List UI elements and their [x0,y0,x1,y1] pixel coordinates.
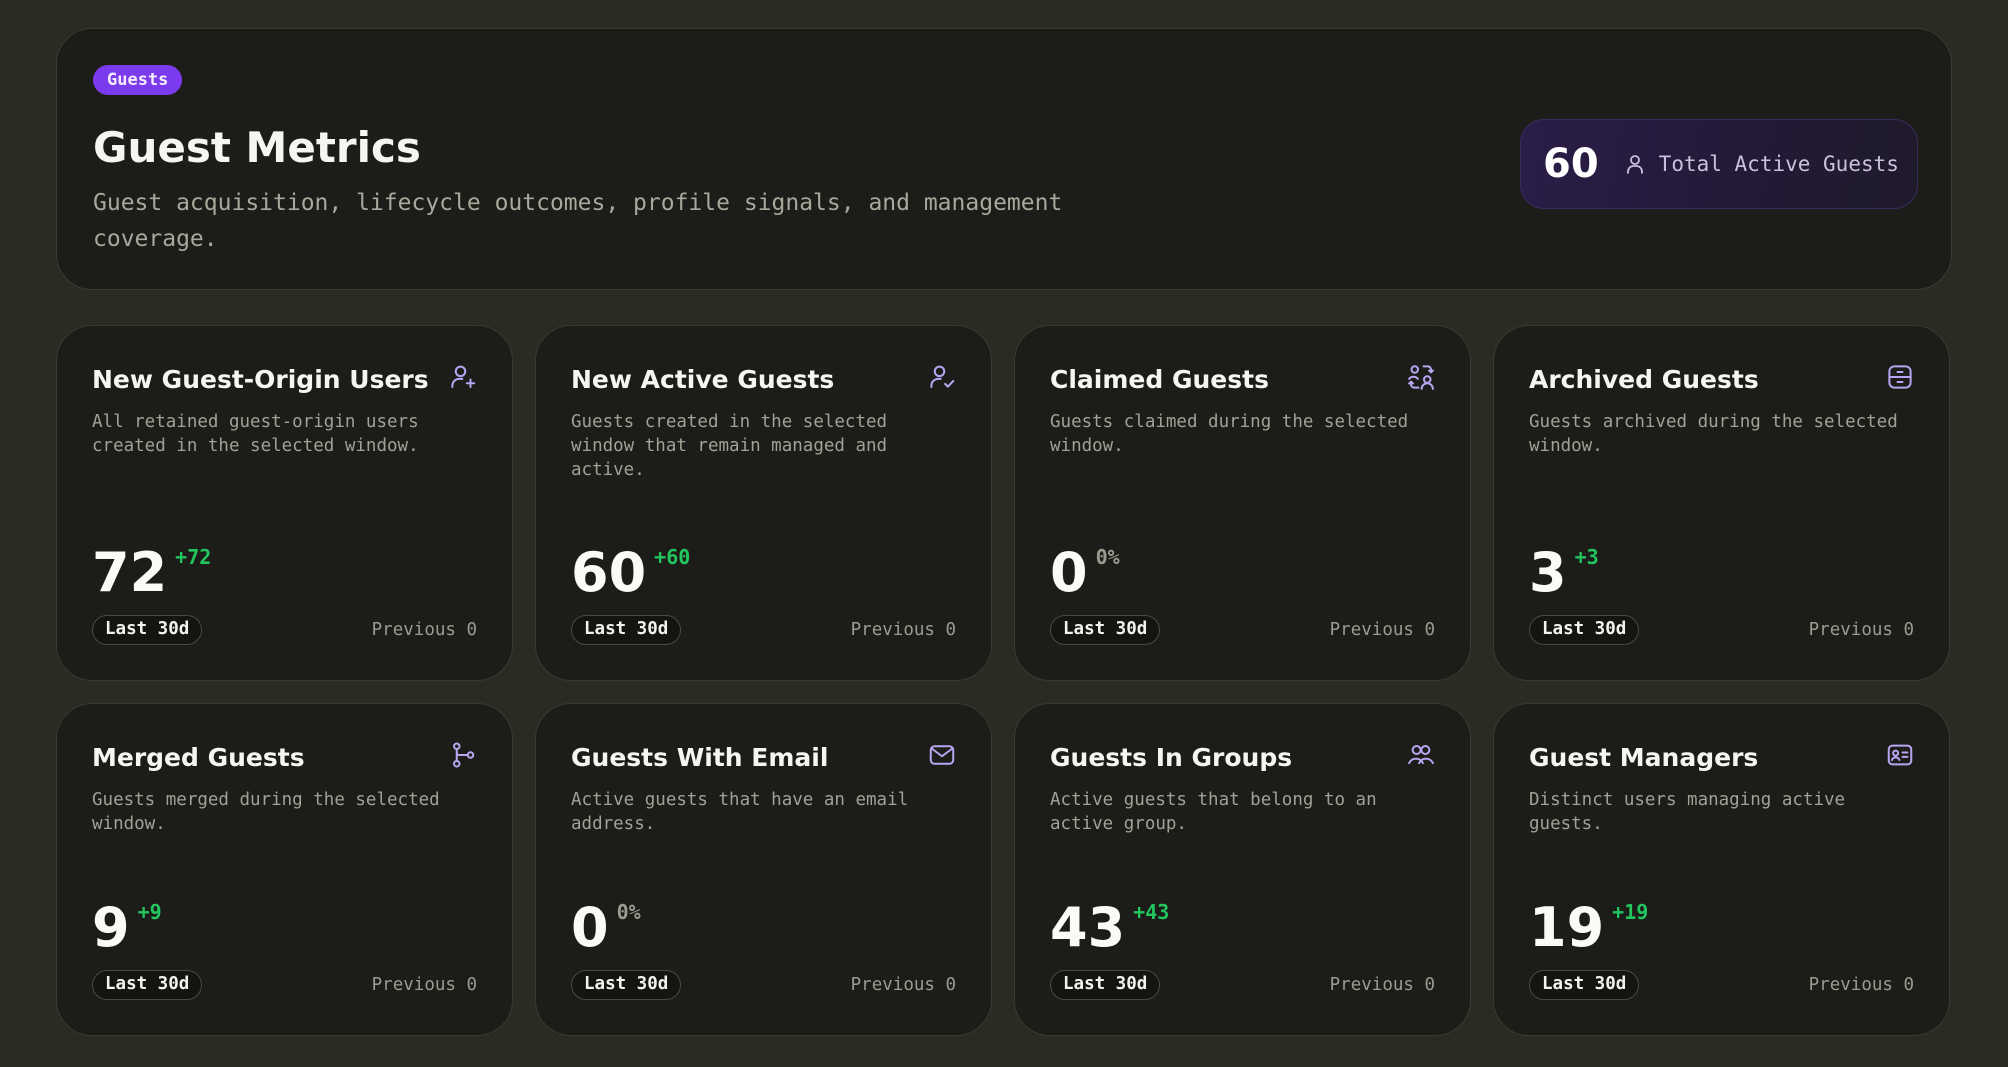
archive-icon [1885,362,1915,392]
previous-value: Previous 0 [1329,975,1435,995]
metric-value: 60 [571,541,647,604]
previous-value: Previous 0 [1329,620,1435,640]
metric-value: 0 [571,896,609,959]
total-active-guests-label: Total Active Guests [1658,152,1899,176]
metric-value-row: 0 0% [1050,540,1120,606]
previous-value: Previous 0 [1808,620,1914,640]
metric-description: All retained guest-origin users created … [92,412,419,456]
previous-value: Previous 0 [850,620,956,640]
metric-delta: 0% [1095,545,1120,569]
metric-description: Distinct users managing active guests. [1529,790,1846,834]
period-badge: Last 30d [1050,970,1161,1000]
metric-description: Guests archived during the selected wind… [1529,412,1898,456]
metric-card-archived-guests: Archived Guests Guests archived during t… [1493,325,1950,681]
previous-value: Previous 0 [371,975,477,995]
metric-title: Guests With Email [571,743,829,772]
metric-delta: +43 [1133,900,1170,924]
metric-card-merged-guests: Merged Guests Guests merged during the s… [56,703,513,1036]
period-badge: Last 30d [1529,970,1640,1000]
previous-value: Previous 0 [371,620,477,640]
metric-value-row: 0 0% [571,895,641,961]
metric-delta: +3 [1574,545,1599,569]
user-check-icon [927,362,957,392]
mail-icon [927,740,957,770]
previous-value: Previous 0 [850,975,956,995]
metric-delta: +19 [1612,900,1649,924]
user-plus-icon [448,362,478,392]
users-icon [1406,740,1436,770]
id-card-icon [1885,740,1915,770]
metric-description: Active guests that have an email address… [571,790,909,834]
page-title: Guest Metrics [93,123,421,172]
metric-card-guests-in-groups: Guests In Groups Active guests that belo… [1014,703,1471,1036]
metric-description: Guests merged during the selected window… [92,790,440,834]
metric-value: 19 [1529,896,1605,959]
user-icon [1623,152,1647,176]
merge-icon [448,740,478,770]
page-subtitle: Guest acquisition, lifecycle outcomes, p… [93,190,1063,252]
period-badge: Last 30d [1050,615,1161,645]
metric-title: Guest Managers [1529,743,1759,772]
metric-description: Guests created in the selected window th… [571,412,888,480]
metric-cards-grid: New Guest-Origin Users All retained gues… [56,325,1952,1036]
metric-title: New Guest-Origin Users [92,365,429,394]
metric-value: 72 [92,541,168,604]
metric-value-row: 43 +43 [1050,895,1169,961]
metric-value-row: 3 +3 [1529,540,1599,606]
section-tag: Guests [93,65,183,95]
metric-value-row: 72 +72 [92,540,211,606]
metric-title: Claimed Guests [1050,365,1269,394]
metric-value: 3 [1529,541,1567,604]
metric-title: Archived Guests [1529,365,1759,394]
metric-title: Merged Guests [92,743,305,772]
metric-description: Guests claimed during the selected windo… [1050,412,1409,456]
metric-value-row: 19 +19 [1529,895,1648,961]
period-badge: Last 30d [571,615,682,645]
metric-description: Active guests that belong to an active g… [1050,790,1377,834]
metric-value: 9 [92,896,130,959]
metric-card-new-guest-origin-users: New Guest-Origin Users All retained gues… [56,325,513,681]
metric-value: 43 [1050,896,1126,959]
metric-value-row: 9 +9 [92,895,162,961]
metric-delta: +60 [654,545,691,569]
metric-title: New Active Guests [571,365,835,394]
previous-value: Previous 0 [1808,975,1914,995]
user-exchange-icon [1406,362,1436,392]
period-badge: Last 30d [1529,615,1640,645]
metric-value-row: 60 +60 [571,540,690,606]
metric-delta: 0% [616,900,641,924]
period-badge: Last 30d [92,970,203,1000]
period-badge: Last 30d [571,970,682,1000]
metric-delta: +9 [137,900,162,924]
metric-card-guests-with-email: Guests With Email Active guests that hav… [535,703,992,1036]
metric-value: 0 [1050,541,1088,604]
metric-card-claimed-guests: Claimed Guests Guests claimed during the… [1014,325,1471,681]
metric-title: Guests In Groups [1050,743,1293,772]
metric-card-guest-managers: Guest Managers Distinct users managing a… [1493,703,1950,1036]
total-active-guests-box: 60 Total Active Guests [1520,119,1918,209]
metric-card-new-active-guests: New Active Guests Guests created in the … [535,325,992,681]
period-badge: Last 30d [92,615,203,645]
guest-metrics-header: Guests Guest Metrics Guest acquisition, … [56,28,1952,290]
metric-delta: +72 [175,545,212,569]
total-active-guests-value: 60 [1543,141,1599,187]
